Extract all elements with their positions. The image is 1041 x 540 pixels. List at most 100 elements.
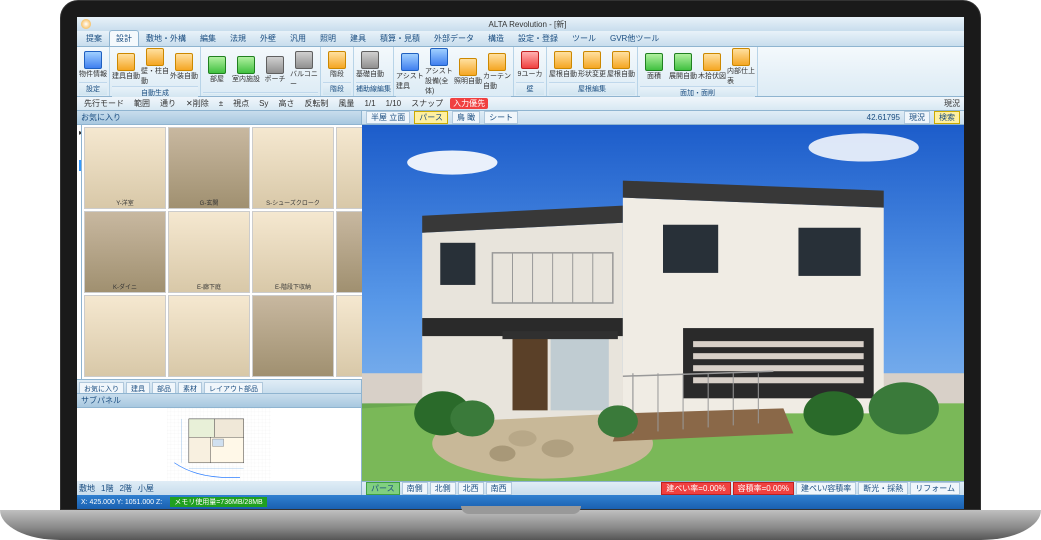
floor-tab-3[interactable]: 小屋: [138, 483, 154, 494]
ribbon-btn-建具自動[interactable]: 建具自動: [112, 48, 140, 86]
ribbon-btn-アシスト建具[interactable]: アシスト建具: [396, 48, 424, 96]
ribbon-btn-屋根自動[interactable]: 屋根自動: [549, 48, 577, 82]
menu-tab-10[interactable]: 外部データ: [427, 30, 481, 46]
house-render: [362, 125, 964, 481]
optbar-item-2[interactable]: 通り: [157, 98, 179, 109]
ribbon-btn-内部仕上表[interactable]: 内部仕上表: [727, 48, 755, 86]
ribbon-btn-label: 9ユーカ: [518, 69, 543, 79]
menu-tab-1[interactable]: 設計: [109, 30, 139, 46]
thumbnail-2[interactable]: S-シューズクローク: [252, 127, 334, 209]
optbar-item-13[interactable]: 入力優先: [450, 98, 488, 109]
thumbnail-10[interactable]: [252, 295, 334, 377]
ribbon-group-label: 屋根編集: [549, 82, 635, 95]
ribbon-btn-木拾伏図[interactable]: 木拾伏図: [698, 48, 726, 86]
ribbon-icon: [84, 51, 102, 69]
optbar-item-10[interactable]: 1/1: [361, 99, 378, 108]
catalog-tab-0[interactable]: お気に入り: [79, 382, 124, 393]
optbar-item-0[interactable]: 先行モード: [81, 98, 127, 109]
optbar-item-7[interactable]: 高さ: [275, 98, 297, 109]
catalog-tab-4[interactable]: レイアウト部品: [204, 382, 263, 393]
view-bottom-tab-3[interactable]: 北西: [458, 482, 484, 495]
catalog-tab-2[interactable]: 部品: [152, 382, 176, 393]
view-tab-3[interactable]: シート: [484, 111, 518, 124]
optbar-item-8[interactable]: 反転制: [301, 98, 331, 109]
optbar-item-12[interactable]: スナップ: [408, 98, 446, 109]
floor-tab-1[interactable]: 1階: [101, 483, 113, 494]
thumbnail-0[interactable]: Y-洋室: [84, 127, 166, 209]
ribbon-btn-照明自動[interactable]: 照明自動: [454, 48, 482, 96]
menu-tab-6[interactable]: 汎用: [283, 30, 313, 46]
ribbon-icon: [674, 53, 692, 71]
ribbon-btn-階段[interactable]: 階段: [323, 48, 351, 82]
3d-render-viewport[interactable]: [362, 125, 964, 481]
menu-tab-2[interactable]: 敷地・外構: [139, 30, 193, 46]
ribbon-icon: [266, 56, 284, 74]
ribbon-btn-カーテン自動[interactable]: カーテン自動: [483, 48, 511, 96]
view-bottom-status-0[interactable]: 建ペい率=0.00%: [661, 482, 730, 495]
menu-tab-7[interactable]: 照明: [313, 30, 343, 46]
view-bottom-status-2[interactable]: 建ペい/容積率: [796, 482, 856, 495]
menu-tab-8[interactable]: 建具: [343, 30, 373, 46]
ribbon-btn-9ユーカ[interactable]: 9ユーカ: [516, 48, 544, 82]
floor-tab-2[interactable]: 2階: [119, 483, 131, 494]
optbar-item-1[interactable]: 範囲: [131, 98, 153, 109]
view-tab-2[interactable]: 鳥 瞰: [452, 111, 480, 124]
view-bottom-tab-0[interactable]: パース: [366, 482, 400, 495]
ribbon-btn-屋根自動[interactable]: 屋根自動: [607, 48, 635, 82]
ribbon-btn-バルコニー[interactable]: バルコニー: [290, 48, 318, 92]
view-bottom-tab-1[interactable]: 南側: [402, 482, 428, 495]
menu-tab-11[interactable]: 構造: [481, 30, 511, 46]
thumbnail-9[interactable]: [168, 295, 250, 377]
menu-tab-0[interactable]: 提案: [79, 30, 109, 46]
menu-tab-5[interactable]: 外壁: [253, 30, 283, 46]
menu-tab-12[interactable]: 設定・登録: [511, 30, 565, 46]
app-screen: ALTA Revolution - [新] 提案設計敷地・外構編集法規外壁汎用照…: [77, 17, 964, 509]
view-bottom-status-3[interactable]: 断光・採熱: [858, 482, 908, 495]
ribbon-btn-壁・柱自動[interactable]: 壁・柱自動: [141, 48, 169, 86]
menu-tab-3[interactable]: 編集: [193, 30, 223, 46]
menu-tab-13[interactable]: ツール: [565, 30, 603, 46]
ribbon-btn-室内施設[interactable]: 室内施設: [232, 48, 260, 92]
ribbon-btn-物件情報[interactable]: 物件情報: [79, 48, 107, 82]
view-mode-btn[interactable]: 現況: [904, 111, 930, 124]
ribbon-btn-基礎自動[interactable]: 基礎自動: [356, 48, 384, 82]
menu-tab-9[interactable]: 積算・見積: [373, 30, 427, 46]
view-tab-0[interactable]: 半屋 立面: [366, 111, 410, 124]
view-bottom-status-1[interactable]: 容積率=0.00%: [733, 482, 794, 495]
view-tab-1[interactable]: パース: [414, 111, 448, 124]
ribbon-btn-面積[interactable]: 面積: [640, 48, 668, 86]
optbar-item-9[interactable]: 風量: [335, 98, 357, 109]
ribbon-btn-label: 屋根自動: [549, 69, 577, 79]
view-search-btn[interactable]: 検索: [934, 111, 960, 124]
floorplan-view[interactable]: [77, 408, 361, 481]
ribbon-icon: [583, 51, 601, 69]
ribbon-btn-label: 室内施設: [232, 74, 260, 84]
optbar-item-5[interactable]: 視点: [230, 98, 252, 109]
ribbon-btn-外装自動[interactable]: 外装自動: [170, 48, 198, 86]
floor-tab-0[interactable]: 敷地: [79, 483, 95, 494]
catalog-tab-1[interactable]: 建具: [126, 382, 150, 393]
ribbon-btn-ポーチ[interactable]: ポーチ: [261, 48, 289, 92]
ribbon-btn-部屋[interactable]: 部屋: [203, 48, 231, 92]
menu-tab-14[interactable]: GVR他ツール: [603, 30, 666, 46]
optbar-right[interactable]: 現況: [944, 98, 960, 109]
thumbnail-1[interactable]: G-玄関: [168, 127, 250, 209]
view-bottom-tab-4[interactable]: 南西: [486, 482, 512, 495]
thumbnail-8[interactable]: [84, 295, 166, 377]
ribbon-btn-形状変更[interactable]: 形状変更: [578, 48, 606, 82]
thumbnail-6[interactable]: E-階段下収納: [252, 211, 334, 293]
optbar-item-6[interactable]: Sy: [256, 99, 271, 108]
thumbnail-5[interactable]: E-廊下庭: [168, 211, 250, 293]
ribbon-btn-展開自動[interactable]: 展開自動: [669, 48, 697, 86]
ribbon-btn-アシスト設備(全体)[interactable]: アシスト設備(全体): [425, 48, 453, 96]
menu-tab-4[interactable]: 法規: [223, 30, 253, 46]
optbar-item-4[interactable]: ±: [216, 99, 226, 108]
thumbnail-4[interactable]: K-ダイニ: [84, 211, 166, 293]
view-bottom-tab-2[interactable]: 北側: [430, 482, 456, 495]
3d-view-panel: 半屋 立面パース鳥 瞰シート42.61795現況検索: [362, 111, 964, 495]
ribbon-btn-label: バルコニー: [290, 69, 318, 89]
view-bottom-status-4[interactable]: リフォーム: [910, 482, 960, 495]
optbar-item-3[interactable]: ✕削除: [183, 98, 212, 109]
optbar-item-11[interactable]: 1/10: [383, 99, 405, 108]
catalog-tab-3[interactable]: 素材: [178, 382, 202, 393]
